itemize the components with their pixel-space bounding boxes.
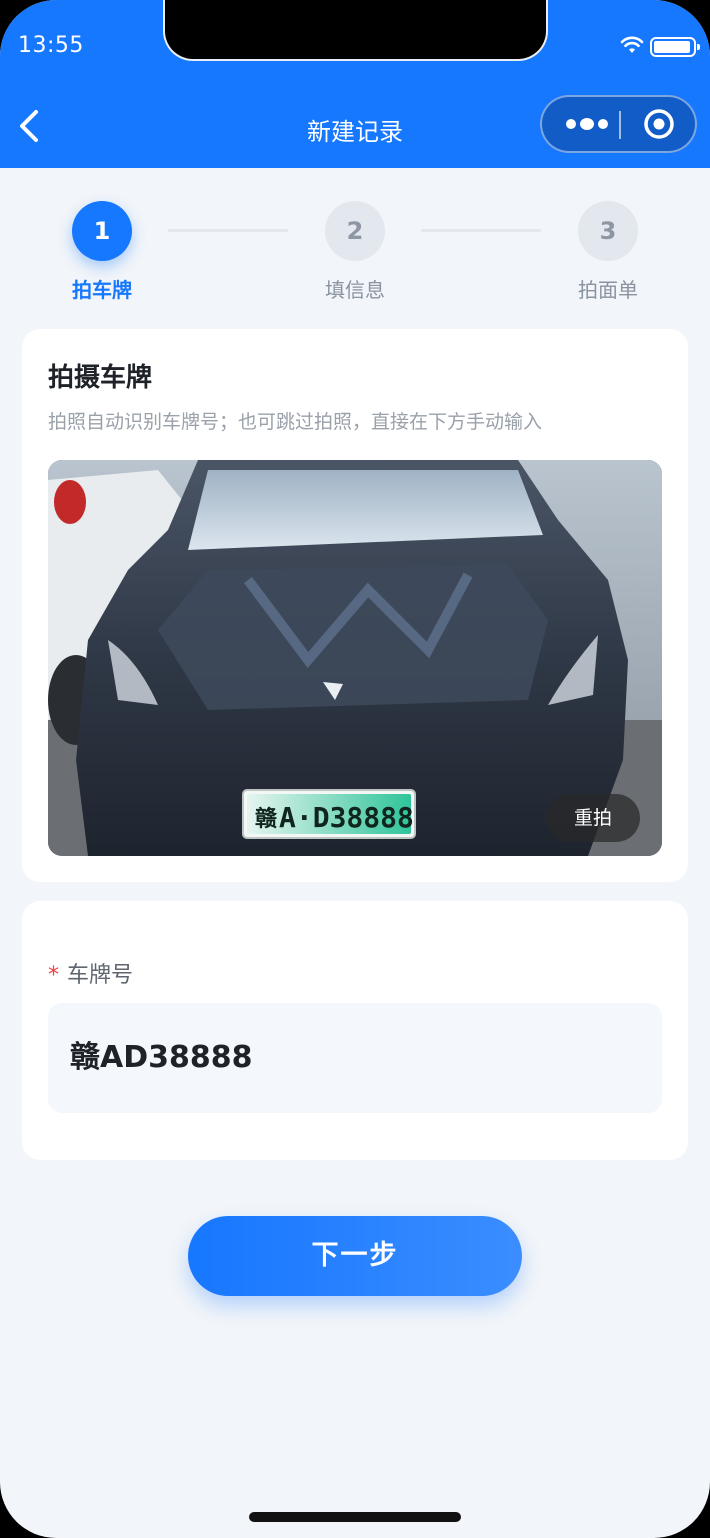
step-3-label: 拍面单 [578,278,638,302]
wifi-icon [620,36,644,53]
card-title: 拍摄车牌 [48,363,153,393]
step-1-indicator: 1 [72,201,132,261]
more-icon[interactable] [556,106,618,142]
mini-program-capsule [540,95,697,153]
phone-screen: 13:55 新建记录 1 2 3 拍车牌 填信息 拍面单 拍摄车牌 拍照自动识别… [0,0,710,1538]
close-miniprogram-icon[interactable] [639,106,683,142]
device-notch [163,0,548,61]
card-description: 拍照自动识别车牌号；也可跳过拍照，直接在下方手动输入 [48,411,543,433]
required-mark: * [48,963,59,988]
plate-number-label: * 车牌号 [48,957,133,989]
next-step-button[interactable]: 下一步 [188,1216,522,1296]
step-2-label: 填信息 [325,278,385,302]
status-time: 13:55 [18,33,84,58]
plate-number-label-text: 车牌号 [67,963,134,988]
step-1-label: 拍车牌 [72,278,132,302]
step-3-indicator: 3 [578,201,638,261]
battery-icon [650,37,700,57]
app-header: 13:55 新建记录 [0,0,710,168]
step-2-indicator: 2 [325,201,385,261]
step-connector [168,229,288,232]
retake-button[interactable]: 重拍 [546,794,640,842]
plate-photo[interactable]: 赣 A·D38888 重拍 [48,460,662,856]
photo-plate-number: A·D38888 [279,801,414,834]
plate-number-card: * 车牌号 赣AD38888 [22,901,688,1160]
capsule-divider [619,111,621,139]
step-connector [421,229,541,232]
plate-number-input[interactable]: 赣AD38888 [48,1003,662,1113]
photo-plate-province: 赣 [255,806,278,832]
home-indicator [249,1512,461,1522]
photo-card: 拍摄车牌 拍照自动识别车牌号；也可跳过拍照，直接在下方手动输入 赣 A·D388… [22,329,688,882]
